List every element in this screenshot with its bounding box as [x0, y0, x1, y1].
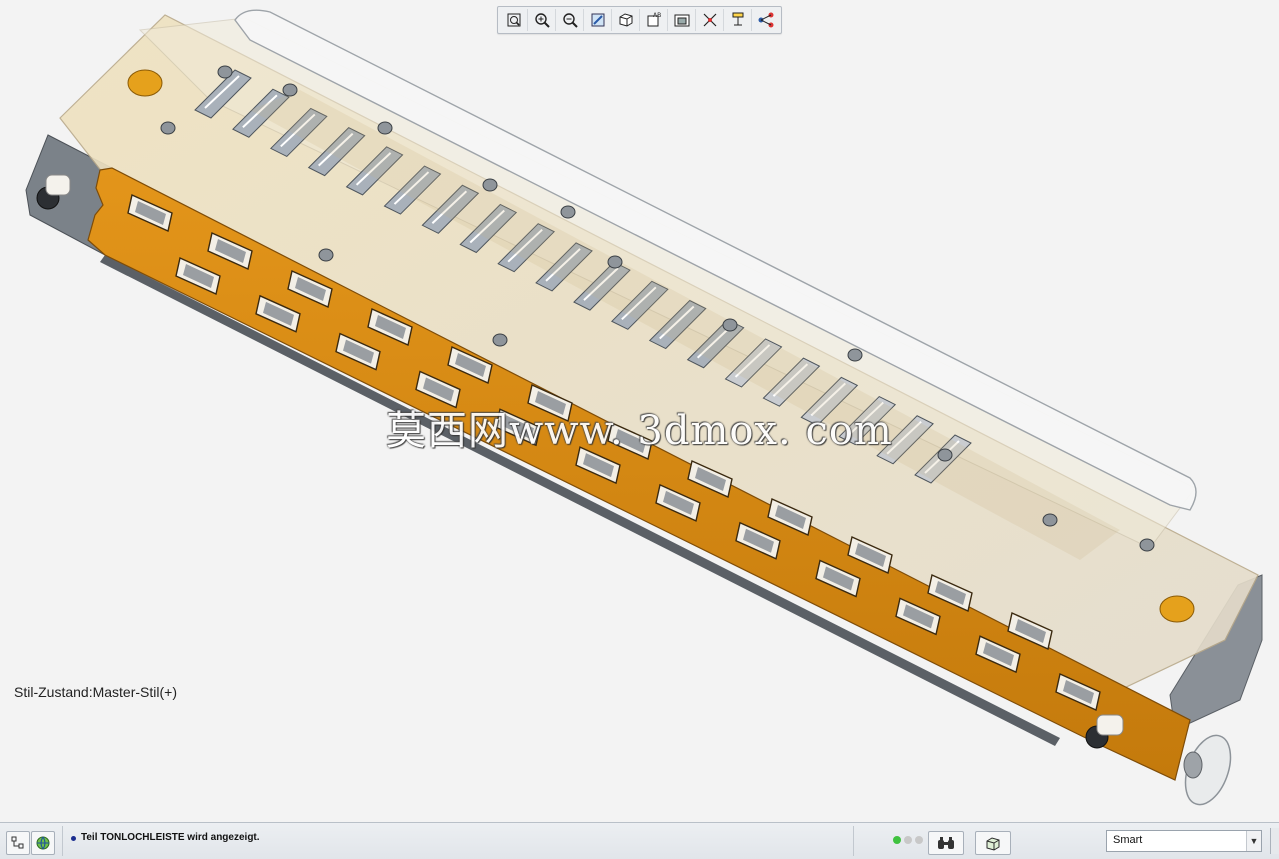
datum-display-icon: [703, 13, 716, 27]
cover-pin: [1042, 513, 1058, 527]
globe-icon: [36, 836, 50, 850]
filter-select-value: Smart: [1113, 834, 1143, 846]
refit-button[interactable]: [501, 9, 528, 31]
chevron-down-icon[interactable]: ▼: [1246, 831, 1261, 851]
screw-right: [1159, 595, 1195, 623]
status-light: [904, 836, 912, 844]
cover-pin: [377, 121, 393, 135]
slide-button-stem: [1183, 751, 1203, 779]
display-style-icon: [619, 13, 632, 27]
cover-pin: [560, 205, 576, 219]
cover-pin: [847, 348, 863, 362]
zoom-out-button[interactable]: [557, 9, 584, 31]
filter-select[interactable]: Smart ▼: [1106, 830, 1262, 852]
refit-icon: [507, 13, 520, 27]
style-state-label: Stil-Zustand:Master-Stil(+): [14, 684, 177, 700]
view-manager-icon: [674, 14, 689, 27]
tree-icon: [11, 836, 24, 849]
spin-center-button[interactable]: [753, 9, 779, 31]
knob-right-collar: [1096, 714, 1124, 736]
status-bar: Teil TONLOCHLEISTE wird angezeigt. Smart…: [0, 822, 1279, 859]
part-cube-icon: [986, 837, 1000, 851]
view-manager-button[interactable]: [669, 9, 696, 31]
zoom-in-icon: [534, 13, 550, 28]
cover-pin: [217, 65, 233, 79]
svg-text:AB: AB: [653, 12, 661, 19]
browser-toggle-button[interactable]: [31, 831, 55, 855]
status-light: [915, 836, 923, 844]
annotation-display-icon: [732, 12, 743, 26]
cover-pin: [282, 83, 298, 97]
cover-plate: [59, 14, 1259, 691]
cover-pin: [722, 318, 738, 332]
datum-display-button[interactable]: [697, 9, 724, 31]
graphics-window[interactable]: AB Stil-Zustand:Master-Stil(+) 莫西网www. 3…: [0, 0, 1279, 822]
message-area: Teil TONLOCHLEISTE wird angezeigt.: [62, 826, 854, 856]
cover-pin: [1139, 538, 1155, 552]
status-message: Teil TONLOCHLEISTE wird angezeigt.: [81, 832, 260, 843]
saved-views-icon: AB: [647, 12, 661, 27]
cover-pin: [482, 178, 498, 192]
graphics-toolbar: AB: [497, 6, 782, 34]
zoom-in-button[interactable]: [529, 9, 556, 31]
cover-pin: [937, 448, 953, 462]
annotation-display-button[interactable]: [725, 9, 752, 31]
screw-left: [127, 69, 163, 97]
watermark: 莫西网www. 3dmox. com: [386, 408, 893, 454]
regen-status-lights: [893, 836, 923, 844]
cover-pin: [607, 255, 623, 269]
repaint-icon: [591, 13, 604, 27]
knob-left-collar: [45, 174, 71, 196]
repaint-button[interactable]: [585, 9, 612, 31]
model-tree-toggle-button[interactable]: [6, 831, 30, 855]
statusbar-resize-handle[interactable]: [1270, 828, 1279, 854]
binoculars-icon: [938, 837, 954, 849]
display-style-button[interactable]: [613, 9, 640, 31]
find-button[interactable]: [928, 831, 964, 855]
spin-center-icon: [758, 12, 773, 28]
selection-filter-button[interactable]: [975, 831, 1011, 855]
cover-pin: [318, 248, 334, 262]
status-light: [893, 836, 901, 844]
cover-pin: [160, 121, 176, 135]
message-bullet-icon: [71, 836, 76, 841]
zoom-out-icon: [562, 13, 578, 28]
cover-pin: [492, 333, 508, 347]
saved-views-button[interactable]: AB: [641, 9, 668, 31]
